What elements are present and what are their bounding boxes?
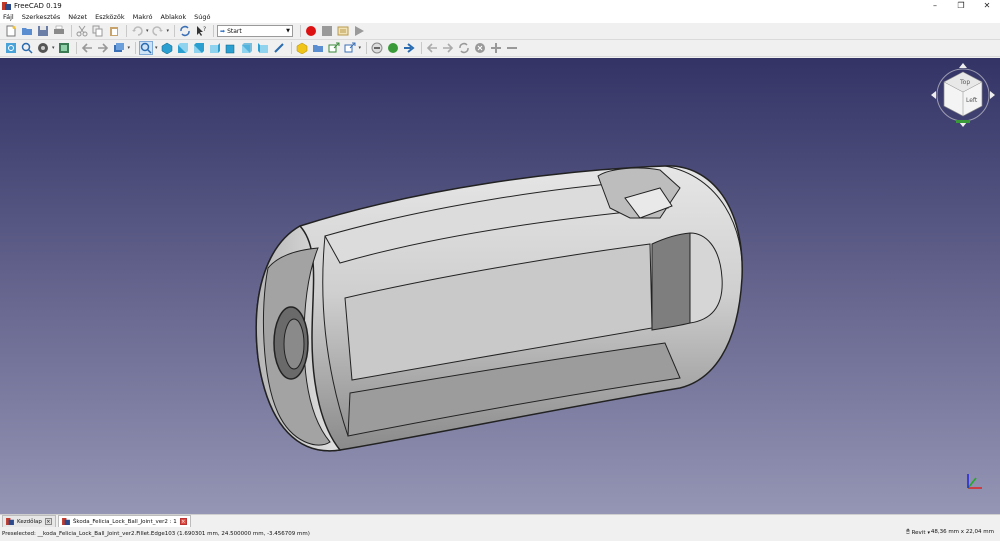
close-icon[interactable]: × <box>44 518 52 525</box>
view-toolbar: ▾ ▾ ▾ ▾ <box>0 40 1000 57</box>
forward-icon[interactable] <box>96 41 110 55</box>
menu-windows[interactable]: Ablakok <box>161 13 187 21</box>
create-part-icon[interactable] <box>295 41 309 55</box>
fit-selection-icon[interactable] <box>20 41 34 55</box>
draw-style-icon[interactable] <box>36 41 50 55</box>
link-dropdown-icon[interactable]: ▾ <box>359 45 362 51</box>
paste-icon[interactable] <box>107 24 121 38</box>
3d-viewport[interactable]: Top Left <box>0 58 1000 514</box>
view-top-icon[interactable] <box>192 41 206 55</box>
navigation-style-label: Revit <box>911 529 926 536</box>
document-tab-bar: Kezdőlap × Škoda_Felicia_Lock_Ball_Joint… <box>0 514 1000 527</box>
web-stop-close-icon[interactable] <box>473 41 487 55</box>
edit-macro-icon[interactable] <box>336 24 350 38</box>
run-macro-icon[interactable] <box>352 24 366 38</box>
bounding-box-icon[interactable] <box>57 41 71 55</box>
menu-macro[interactable]: Makró <box>133 13 153 21</box>
whats-this-icon[interactable]: ? <box>194 24 208 38</box>
maximize-button[interactable]: ❐ <box>948 0 974 11</box>
svg-text:?: ? <box>203 26 206 33</box>
mouse-icon: 🖱 <box>906 529 910 535</box>
model-view <box>255 165 982 489</box>
status-bar: Preselected: __koda_Felicia_Lock_Ball_Jo… <box>0 527 1000 541</box>
redo-icon[interactable] <box>151 24 165 38</box>
web-home-icon[interactable] <box>386 41 400 55</box>
zoom-icon[interactable] <box>139 41 154 55</box>
fit-all-icon[interactable] <box>4 41 18 55</box>
navcube-top-label: Top <box>959 79 970 86</box>
web-back-icon[interactable] <box>425 41 439 55</box>
copy-icon[interactable] <box>91 24 105 38</box>
status-message: Preselected: __koda_Felicia_Lock_Ball_Jo… <box>2 531 310 537</box>
record-macro-icon[interactable] <box>304 24 318 38</box>
link-actions-icon[interactable] <box>343 41 357 55</box>
menu-tools[interactable]: Eszközök <box>95 13 125 21</box>
sync-view-icon[interactable] <box>112 41 126 55</box>
menu-help[interactable]: Súgó <box>194 13 210 21</box>
close-icon[interactable]: × <box>179 518 187 525</box>
file-toolbar: ▾ ▾ ? ➡ Start ▼ <box>0 23 1000 40</box>
workbench-label: Start <box>227 27 242 35</box>
navcube-left-label: Left <box>966 97 978 104</box>
web-refresh-icon[interactable] <box>457 41 471 55</box>
chevron-down-icon: ▼ <box>286 28 291 34</box>
tab-label: Kezdőlap <box>17 518 42 525</box>
view-isometric-icon[interactable] <box>160 41 174 55</box>
sync-dropdown-icon[interactable]: ▾ <box>128 45 131 51</box>
freecad-logo-icon <box>6 518 14 525</box>
cut-icon[interactable] <box>75 24 89 38</box>
undo-dropdown-icon[interactable]: ▾ <box>146 28 149 34</box>
web-go-icon[interactable] <box>402 41 416 55</box>
zoom-in-icon[interactable] <box>489 41 503 55</box>
view-bottom-icon[interactable] <box>240 41 254 55</box>
freecad-logo-icon <box>61 518 70 525</box>
create-group-icon[interactable] <box>311 41 325 55</box>
refresh-icon[interactable] <box>178 24 192 38</box>
workbench-selector[interactable]: ➡ Start ▼ <box>217 25 294 37</box>
draw-style-dropdown-icon[interactable]: ▾ <box>52 45 55 51</box>
new-icon[interactable] <box>4 24 18 38</box>
view-front-icon[interactable] <box>176 41 190 55</box>
view-left-icon[interactable] <box>256 41 270 55</box>
web-next-icon[interactable] <box>441 41 455 55</box>
menu-file[interactable]: Fájl <box>3 13 14 21</box>
undo-icon[interactable] <box>130 24 144 38</box>
minimize-button[interactable]: – <box>922 0 948 11</box>
freecad-logo-icon <box>2 1 11 10</box>
back-icon[interactable] <box>80 41 94 55</box>
chevron-down-icon: ▾ <box>927 529 930 536</box>
save-icon[interactable] <box>36 24 50 38</box>
link-icon[interactable] <box>327 41 341 55</box>
redo-dropdown-icon[interactable]: ▾ <box>167 28 170 34</box>
navigation-cube[interactable]: Top Left <box>930 62 996 128</box>
title-bar: FreeCAD 0.19 – ❐ ✕ <box>0 0 1000 11</box>
view-rear-icon[interactable] <box>224 41 238 55</box>
tab-label: Škoda_Felicia_Lock_Ball_Joint_ver2 : 1 <box>72 518 177 525</box>
print-icon[interactable] <box>52 24 66 38</box>
zoom-out-icon[interactable] <box>505 41 519 55</box>
tab-document[interactable]: Škoda_Felicia_Lock_Ball_Joint_ver2 : 1 × <box>57 515 191 527</box>
navigation-style-button[interactable]: 🖱 Revit ▾ <box>906 529 930 536</box>
measure-distance-icon[interactable] <box>272 41 286 55</box>
dimension-readout: 48,36 mm x 22,04 mm <box>930 529 994 535</box>
workbench-arrow-icon: ➡ <box>220 27 226 35</box>
menu-bar: Fájl Szerkesztés Nézet Eszközök Makró Ab… <box>0 11 1000 23</box>
open-icon[interactable] <box>20 24 34 38</box>
ball-joint-model[interactable] <box>255 165 743 452</box>
close-button[interactable]: ✕ <box>974 0 1000 11</box>
tab-start-page[interactable]: Kezdőlap × <box>2 515 56 527</box>
view-right-icon[interactable] <box>208 41 222 55</box>
axis-triad-icon <box>967 474 982 489</box>
web-stop-icon[interactable] <box>370 41 384 55</box>
window-title: FreeCAD 0.19 <box>14 1 62 10</box>
stop-macro-icon[interactable] <box>320 24 334 38</box>
zoom-dropdown-icon[interactable]: ▾ <box>155 45 158 51</box>
menu-edit[interactable]: Szerkesztés <box>22 13 60 21</box>
menu-view[interactable]: Nézet <box>68 13 87 21</box>
